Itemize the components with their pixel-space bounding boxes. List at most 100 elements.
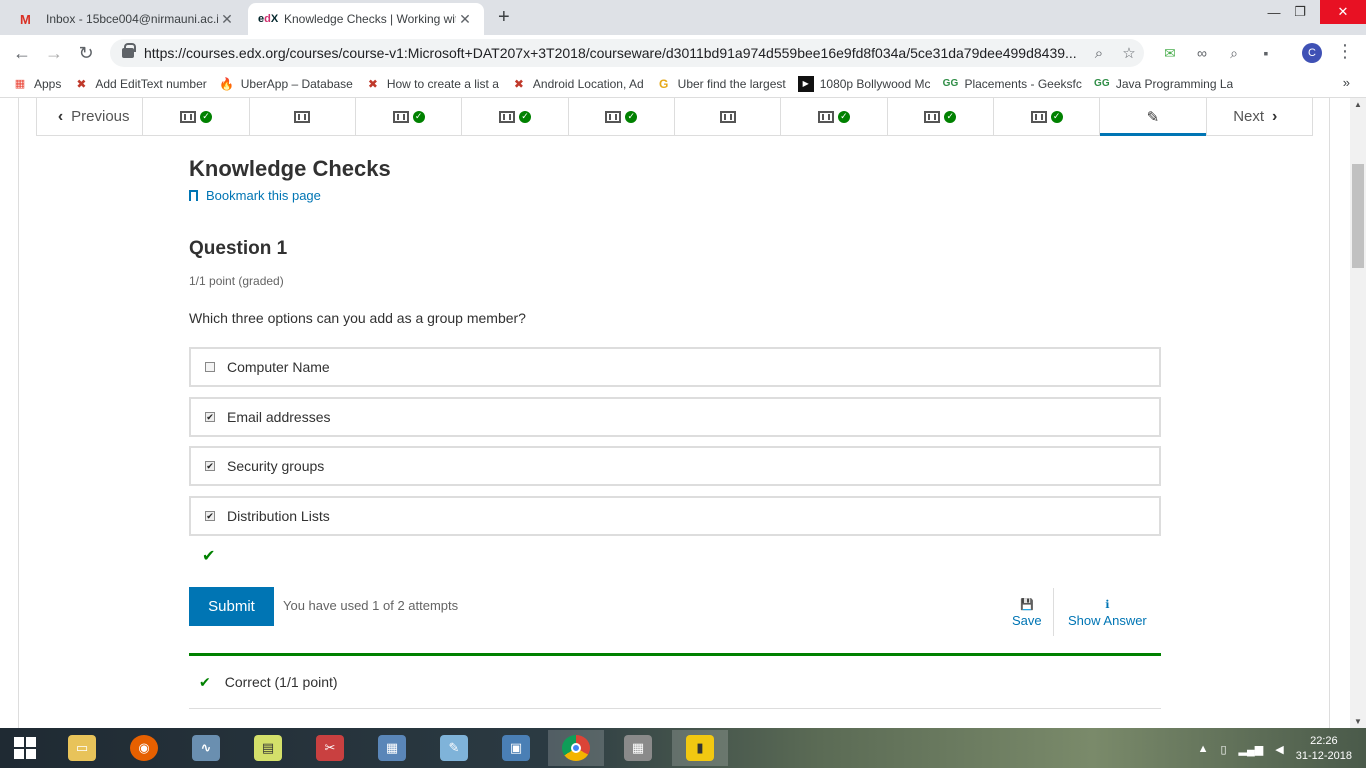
sequence-unit[interactable]: ✓ (569, 98, 675, 135)
bookmark-item[interactable]: GG Java Programming La (1094, 76, 1233, 92)
previous-button[interactable]: ‹ Previous (36, 98, 144, 135)
clock[interactable]: 22:26 31-12-2018 (1296, 734, 1352, 764)
check-circle-icon: ✓ (944, 110, 957, 123)
submit-button[interactable]: Submit (189, 587, 274, 626)
scroll-down-icon[interactable]: ▼ (1354, 717, 1362, 726)
sequence-unit[interactable]: ✓ (888, 98, 994, 135)
sequence-unit[interactable]: ✓ (356, 98, 463, 135)
taskbar-task-manager[interactable]: ∿ (178, 730, 234, 766)
taskbar-firefox[interactable]: ◉ (116, 730, 172, 766)
zoom-search-icon[interactable]: ⌕ (1084, 45, 1114, 62)
extension-binoculars-icon[interactable]: ∞ (1192, 43, 1212, 63)
profile-avatar[interactable]: C (1302, 43, 1322, 63)
option-label: Email addresses (227, 409, 331, 425)
check-circle-icon: ✓ (518, 110, 531, 123)
reload-icon[interactable]: ↻ (74, 41, 98, 65)
previous-label: Previous (71, 108, 130, 125)
close-tab-icon[interactable]: ✕ (456, 11, 474, 28)
sequence-unit[interactable]: ✓ (462, 98, 569, 135)
save-button[interactable]: 💾 Save (1012, 598, 1042, 628)
close-tab-icon[interactable]: ✕ (218, 11, 236, 28)
clock-time: 22:26 (1310, 735, 1338, 747)
sequence-unit[interactable] (250, 98, 356, 135)
bookmark-item[interactable]: ▶ 1080p Bollywood Mc (797, 75, 931, 92)
bookmark-label: Bookmark this page (206, 188, 321, 203)
bookmark-page-link[interactable]: Bookmark this page (189, 188, 321, 203)
back-arrow-icon[interactable]: ← (10, 41, 34, 65)
minimize-icon[interactable]: — (1260, 0, 1288, 24)
bookmark-item[interactable]: 🔥 UberApp – Database (219, 76, 353, 92)
save-icon: 💾 (1019, 599, 1034, 611)
maximize-icon[interactable]: ❐ (1286, 0, 1314, 24)
taskbar-power-bi[interactable]: ▮ (672, 730, 728, 766)
checkbox-checked[interactable]: ✔ (205, 461, 215, 471)
page-content: ‹ Previous ✓ ✓ ✓ ✓ ✓ ✓ ✓ ✎ Next › Knowle… (0, 98, 1350, 728)
more-bookmarks-icon[interactable]: » (1343, 75, 1350, 90)
taskbar-control-panel[interactable]: ▣ (488, 730, 544, 766)
calculator-icon: ▦ (378, 735, 406, 761)
sequence-nav: ‹ Previous ✓ ✓ ✓ ✓ ✓ ✓ ✓ ✎ Next › (36, 98, 1313, 136)
menu-kebab-icon[interactable]: ⋮ (1336, 41, 1354, 62)
bookmark-item[interactable]: ✖ Android Location, Ad (511, 76, 644, 92)
forward-arrow-icon[interactable]: → (42, 41, 66, 65)
sequence-unit[interactable] (675, 98, 782, 135)
firefox-icon: ◉ (130, 735, 158, 761)
scroll-thumb[interactable] (1352, 164, 1364, 268)
bookmark-label: UberApp – Database (240, 76, 353, 91)
gfg-icon: GG (1094, 78, 1110, 89)
extension-search-icon[interactable]: ⌕ (1224, 43, 1244, 63)
option-computer-name[interactable]: Computer Name (189, 347, 1161, 387)
bookmark-item[interactable]: ✖ Add EditText number (73, 76, 206, 92)
scroll-up-icon[interactable]: ▲ (1354, 100, 1362, 109)
bookmark-label: Java Programming La (1115, 76, 1234, 91)
bookmark-item[interactable]: ✖ How to create a list a (365, 76, 499, 92)
tab-edx[interactable]: edX Knowledge Checks | Working wit ✕ (248, 3, 484, 35)
volume-icon[interactable]: ◀ (1275, 743, 1283, 756)
option-distribution-lists[interactable]: ✔ Distribution Lists (189, 496, 1161, 536)
checkbox-checked[interactable]: ✔ (205, 412, 215, 422)
taskbar-firewall[interactable]: ▦ (610, 730, 666, 766)
show-answer-button[interactable]: ℹ Show Answer (1068, 598, 1147, 628)
taskbar-chrome[interactable] (548, 730, 604, 766)
windows-taskbar: ▭ ◉ ∿ ▤ ✂ ▦ ✎ ▣ ▦ ▮ ▲ ▯ ▂▄▆ ◀ 22:26 31-1… (0, 728, 1366, 768)
checkbox-checked[interactable]: ✔ (205, 511, 215, 521)
address-bar[interactable]: https://courses.edx.org/courses/course-v… (110, 39, 1144, 67)
bookmark-item[interactable]: G Uber find the largest (656, 76, 786, 92)
taskbar-notepad[interactable]: ✎ (426, 730, 482, 766)
option-email-addresses[interactable]: ✔ Email addresses (189, 397, 1161, 437)
checkbox[interactable] (205, 362, 215, 372)
star-bookmark-icon[interactable]: ☆ (1114, 44, 1144, 62)
windows-logo-icon (14, 737, 36, 759)
sequence-unit-active[interactable]: ✎ (1100, 98, 1207, 136)
sequence-unit[interactable]: ✓ (781, 98, 888, 135)
tray-expand-icon[interactable]: ▲ (1198, 743, 1209, 755)
bookmark-item[interactable]: GG Placements - Geeksfc (942, 76, 1082, 92)
taskbar-calculator[interactable]: ▦ (364, 730, 420, 766)
monitor-icon: ∿ (192, 735, 220, 761)
sequence-unit[interactable]: ✓ (143, 98, 250, 135)
close-window-icon[interactable]: ✕ (1320, 0, 1366, 24)
new-tab-button[interactable]: + (498, 6, 510, 29)
page-title: Knowledge Checks (189, 156, 391, 181)
gmail-icon: M (20, 11, 31, 27)
next-button[interactable]: Next › (1207, 98, 1313, 135)
extension-box-icon[interactable]: ▪ (1256, 43, 1276, 63)
system-tray: ▲ ▯ ▂▄▆ ◀ 22:26 31-12-2018 (1198, 734, 1352, 764)
video-icon (719, 110, 736, 123)
extension-inbox-icon[interactable]: ✉ (1160, 43, 1180, 63)
tab-gmail[interactable]: M Inbox - 15bce004@nirmauni.ac.in ✕ (10, 3, 246, 35)
option-security-groups[interactable]: ✔ Security groups (189, 446, 1161, 486)
signal-icon[interactable]: ▂▄▆ (1239, 743, 1264, 756)
sequence-unit[interactable]: ✓ (994, 98, 1101, 135)
taskbar-snipping-tool[interactable]: ✂ (302, 730, 358, 766)
start-button[interactable] (0, 730, 50, 766)
bookmark-apps[interactable]: ▦ Apps (12, 76, 62, 92)
bookmark-label: 1080p Bollywood Mc (819, 76, 931, 91)
battery-icon[interactable]: ▯ (1220, 743, 1226, 756)
taskbar-sticky-notes[interactable]: ▤ (240, 730, 296, 766)
taskbar-file-explorer[interactable]: ▭ (54, 730, 110, 766)
video-icon (605, 110, 622, 123)
page-scrollbar[interactable]: ▲ ▼ (1350, 98, 1366, 728)
attempts-text: You have used 1 of 2 attempts (283, 598, 459, 613)
apps-icon: ▦ (14, 78, 26, 90)
